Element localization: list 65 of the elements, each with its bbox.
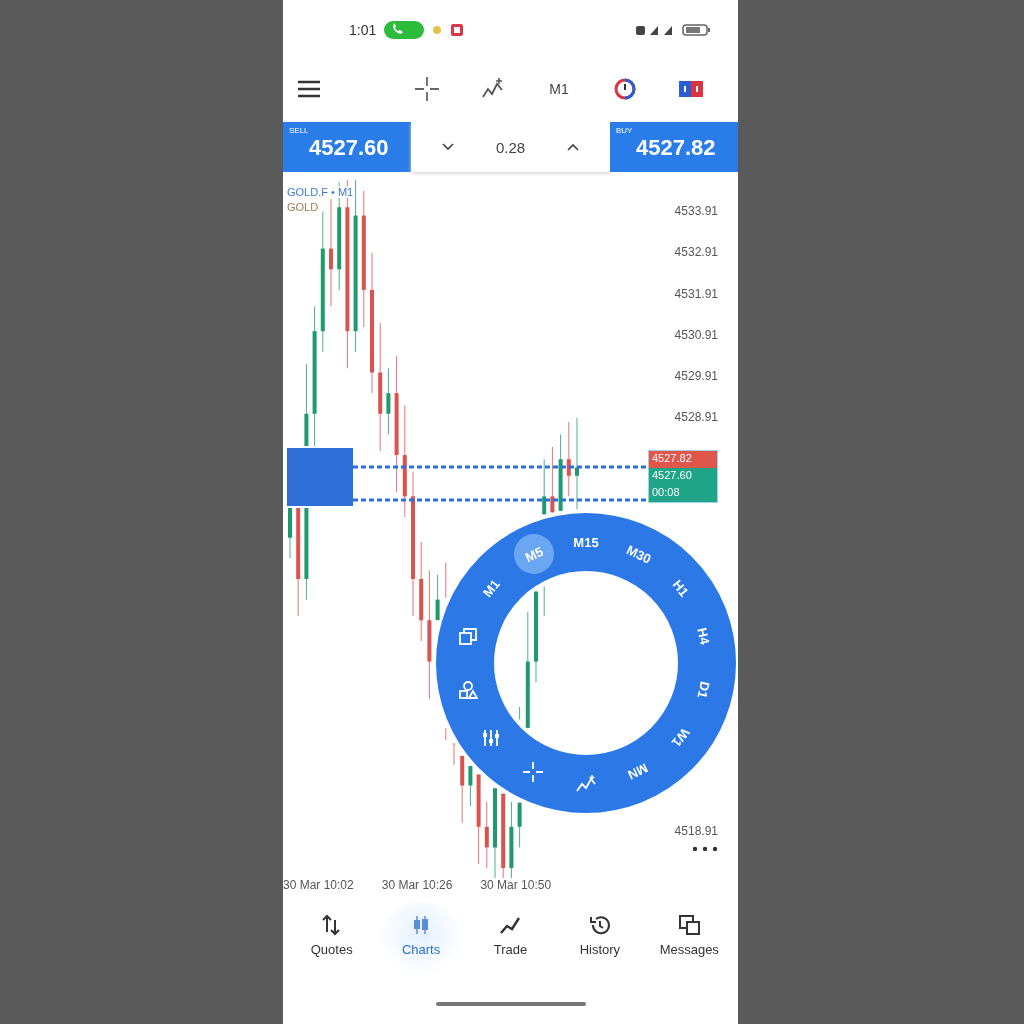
quotes-icon xyxy=(320,914,343,936)
nav-tab[interactable]: Quotes xyxy=(289,902,374,992)
history-icon xyxy=(588,914,611,936)
indicator-icon xyxy=(575,774,596,794)
crosshair-icon xyxy=(415,77,439,101)
timeframe-option[interactable]: H4 xyxy=(687,616,721,656)
shapes-icon xyxy=(458,679,478,700)
candle xyxy=(460,755,465,824)
timeframe-option[interactable]: MN xyxy=(617,752,660,792)
symbol-label: GOLD.F • M1 xyxy=(287,186,354,198)
candle xyxy=(452,743,456,766)
chevron-up-icon xyxy=(566,142,581,152)
price-label: BUY xyxy=(616,126,633,135)
more-icon[interactable] xyxy=(692,846,718,852)
price-axis-label: 4531.91 xyxy=(674,286,718,301)
symbol-description: GOLD xyxy=(287,201,319,213)
buy-button[interactable]: BUY 4527.82 xyxy=(610,122,738,172)
messages-icon xyxy=(678,914,701,936)
price-axis-label: 4530.91 xyxy=(674,327,718,342)
time-axis-label: 30 Mar 10:26 xyxy=(381,878,453,892)
timeframe-option[interactable]: M1 xyxy=(470,566,513,609)
candle xyxy=(517,802,522,848)
windows-icon xyxy=(458,626,479,646)
candle xyxy=(550,446,555,513)
candle xyxy=(435,574,440,621)
time-axis-label: 30 Mar 10:50 xyxy=(480,878,552,892)
notification-dot-icon xyxy=(432,25,443,35)
price-axis-label: 4518.91 xyxy=(674,824,718,838)
price-value: 4527.60 xyxy=(309,135,389,161)
menu-icon xyxy=(297,80,321,98)
timeframe-option[interactable]: M15 xyxy=(569,529,604,555)
settings-icon xyxy=(481,728,502,749)
sell-button[interactable]: SELL 4527.60 xyxy=(283,122,411,172)
timeframe-option[interactable]: W1 xyxy=(659,717,702,760)
price-tag: 4527.82 xyxy=(649,450,717,468)
nav-tab[interactable]: Messages xyxy=(647,902,732,992)
signal-icon xyxy=(636,23,674,37)
price-axis-label: 4529.91 xyxy=(674,369,718,384)
timeframe-option[interactable]: M30 xyxy=(617,534,660,574)
app-notification-icon xyxy=(450,23,465,37)
nav-tab[interactable]: History xyxy=(557,902,642,992)
price-axis-label: 4532.91 xyxy=(674,245,718,260)
candle xyxy=(386,367,391,435)
candle xyxy=(468,765,473,807)
price-value: 4527.82 xyxy=(636,135,716,161)
chevron-down-icon xyxy=(440,142,455,152)
battery-icon xyxy=(682,23,712,37)
time-axis-label: 30 Mar 10:02 xyxy=(283,878,354,892)
price-label: SELL xyxy=(289,126,309,135)
timeframe-option[interactable]: H1 xyxy=(659,566,702,609)
volume-value: 0.28 xyxy=(495,138,526,156)
crosshair-icon xyxy=(523,762,544,782)
nav-tab[interactable]: Trade xyxy=(468,902,553,992)
candle xyxy=(484,801,489,869)
price-axis-label: 4528.91 xyxy=(674,410,718,425)
price-axis-label: 4533.91 xyxy=(674,204,718,218)
candle xyxy=(288,507,292,559)
timeframe-option[interactable]: D1 xyxy=(687,670,721,710)
trade-icon xyxy=(679,79,703,99)
timeframe-button[interactable]: M1 xyxy=(526,69,592,109)
call-indicator-icon xyxy=(384,21,425,39)
candle xyxy=(542,458,547,515)
order-marker xyxy=(287,448,353,506)
status-time: 1:01 xyxy=(349,22,377,38)
clock-icon xyxy=(613,77,637,101)
